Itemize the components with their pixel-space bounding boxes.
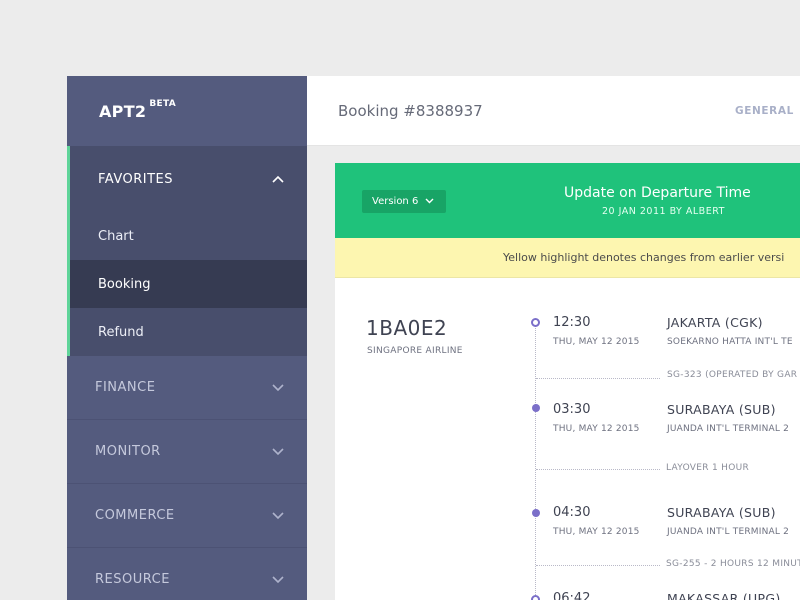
sidebar-item-booking[interactable]: Booking	[70, 260, 307, 308]
arrival-date: THU, MAY 12 2015	[553, 424, 640, 434]
connection-departure-time: 04:30	[553, 505, 591, 520]
update-banner: Version 6 Update on Departure Time 20 JA…	[335, 163, 800, 238]
chevron-down-icon	[271, 381, 285, 395]
top-bar: Booking #8388937 GENERAL	[307, 76, 800, 146]
arrival-time: 03:30	[553, 402, 591, 417]
update-title: Update on Departure Time	[564, 185, 751, 201]
chevron-up-icon	[271, 172, 285, 186]
chevron-down-icon	[425, 196, 434, 207]
sidebar-item-label: Booking	[98, 276, 151, 292]
version-dropdown[interactable]: Version 6	[362, 190, 446, 213]
connection-departure-airport: JUANDA INT'L TERMINAL 2	[667, 527, 790, 537]
connection-departure-city: SURABAYA (SUB)	[667, 505, 776, 520]
highlight-notice: Yellow highlight denotes changes from ea…	[335, 238, 800, 278]
sidebar-group-favorites-header[interactable]: FAVORITES	[70, 146, 307, 212]
sidebar-group-resource[interactable]: RESOURCE	[67, 548, 307, 600]
timeline-separator	[536, 469, 660, 470]
sidebar: APT2 BETA FAVORITES Chart Booking Refund…	[67, 76, 307, 600]
chevron-down-icon	[271, 445, 285, 459]
departure-date: THU, MAY 12 2015	[553, 337, 640, 347]
booking-card: Version 6 Update on Departure Time 20 JA…	[335, 163, 800, 600]
flight-info: SG-323 (OPERATED BY GAR	[667, 370, 798, 380]
flight-info: SG-255 - 2 HOURS 12 MINUT	[666, 559, 800, 569]
sidebar-item-label: Refund	[98, 324, 144, 340]
beta-badge: BETA	[149, 99, 176, 109]
sidebar-group-label: RESOURCE	[95, 572, 170, 587]
connection-departure-date: THU, MAY 12 2015	[553, 527, 640, 537]
departure-airport: SOEKARNO HATTA INT'L TE	[667, 337, 793, 347]
final-arrival-time: 06:42	[553, 591, 591, 600]
sidebar-group-label: MONITOR	[95, 444, 161, 459]
app-logo[interactable]: APT2 BETA	[67, 76, 307, 146]
booking-code: 1BA0E2	[366, 316, 448, 340]
sidebar-group-label: FAVORITES	[98, 171, 174, 187]
layover-info: LAYOVER 1 HOUR	[666, 463, 750, 473]
departure-time: 12:30	[553, 315, 591, 330]
arrival-airport: JUANDA INT'L TERMINAL 2	[667, 424, 790, 434]
arrival-city: SURABAYA (SUB)	[667, 402, 776, 417]
sidebar-group-commerce[interactable]: COMMERCE	[67, 484, 307, 548]
sidebar-item-refund[interactable]: Refund	[70, 308, 307, 356]
chevron-down-icon	[271, 573, 285, 587]
page-title: Booking #8388937	[338, 102, 483, 120]
update-subtitle: 20 JAN 2011 BY ALBERT	[602, 206, 725, 217]
timeline-stop-dot	[532, 404, 540, 412]
sidebar-group-monitor[interactable]: MONITOR	[67, 420, 307, 484]
timeline-separator	[536, 565, 660, 566]
tab-general[interactable]: GENERAL	[735, 105, 794, 117]
highlight-notice-text: Yellow highlight denotes changes from ea…	[503, 251, 785, 264]
sidebar-group-label: COMMERCE	[95, 508, 175, 523]
sidebar-item-label: Chart	[98, 228, 134, 244]
sidebar-group-favorites: FAVORITES Chart Booking Refund	[67, 146, 307, 356]
sidebar-group-label: FINANCE	[95, 380, 156, 395]
app-logo-text: APT2	[99, 101, 147, 121]
timeline-origin-dot	[531, 318, 540, 327]
final-arrival-city: MAKASSAR (UPG)	[667, 591, 781, 600]
chevron-down-icon	[271, 509, 285, 523]
departure-city: JAKARTA (CGK)	[667, 315, 763, 330]
sidebar-item-chart[interactable]: Chart	[70, 212, 307, 260]
timeline-destination-dot	[531, 595, 540, 600]
timeline-separator	[536, 378, 660, 379]
airline-name: SINGAPORE AIRLINE	[367, 346, 463, 356]
sidebar-group-finance[interactable]: FINANCE	[67, 356, 307, 420]
timeline-stop-dot	[532, 509, 540, 517]
version-label: Version 6	[372, 196, 419, 207]
timeline-line	[535, 323, 536, 600]
